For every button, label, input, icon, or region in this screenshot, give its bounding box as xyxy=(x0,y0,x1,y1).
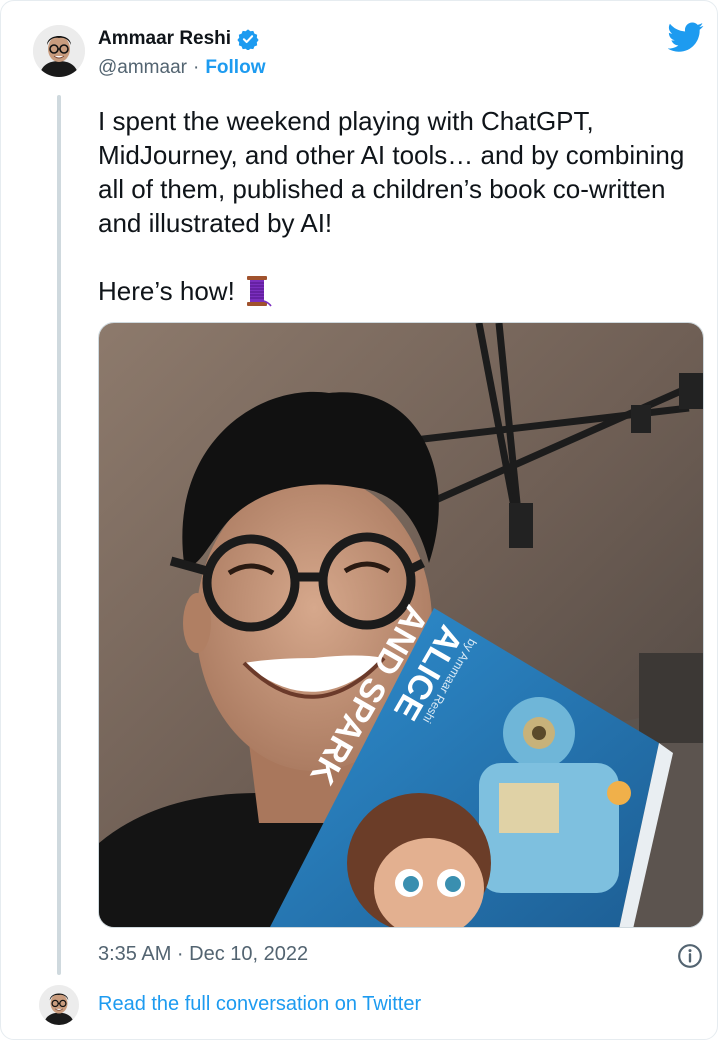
thread-spool-icon xyxy=(243,275,273,307)
tweet-text-heres-how: Here’s how! xyxy=(98,276,235,306)
follow-link[interactable]: Follow xyxy=(205,57,265,79)
thread-connector-line xyxy=(57,95,61,975)
author-avatar[interactable] xyxy=(33,25,85,77)
author-handle[interactable]: @ammaar xyxy=(98,57,187,79)
tweet-text: I spent the weekend playing with ChatGPT… xyxy=(98,104,688,308)
tweet-photo[interactable]: ALICE AND SPARK by Ammaar Reshi xyxy=(98,322,704,928)
author-name-row: Ammaar Reshi xyxy=(98,28,259,51)
info-icon[interactable] xyxy=(677,943,703,969)
twitter-bird-icon[interactable] xyxy=(667,19,704,55)
tweet-timestamp[interactable]: 3:35 AM · Dec 10, 2022 xyxy=(98,943,308,966)
handle-separator: · xyxy=(192,57,200,78)
embedded-tweet-card: Ammaar Reshi @ammaar · Follow I spent th… xyxy=(0,0,718,1040)
verified-badge-icon xyxy=(237,28,259,51)
read-full-conversation-link[interactable]: Read the full conversation on Twitter xyxy=(98,993,421,1016)
author-display-name[interactable]: Ammaar Reshi xyxy=(98,28,231,50)
tweet-text-paragraph-2: Here’s how! xyxy=(98,274,688,308)
tweet-text-paragraph-1: I spent the weekend playing with ChatGPT… xyxy=(98,106,685,238)
author-handle-row: @ammaar · Follow xyxy=(98,57,265,79)
reply-avatar[interactable] xyxy=(39,985,79,1025)
